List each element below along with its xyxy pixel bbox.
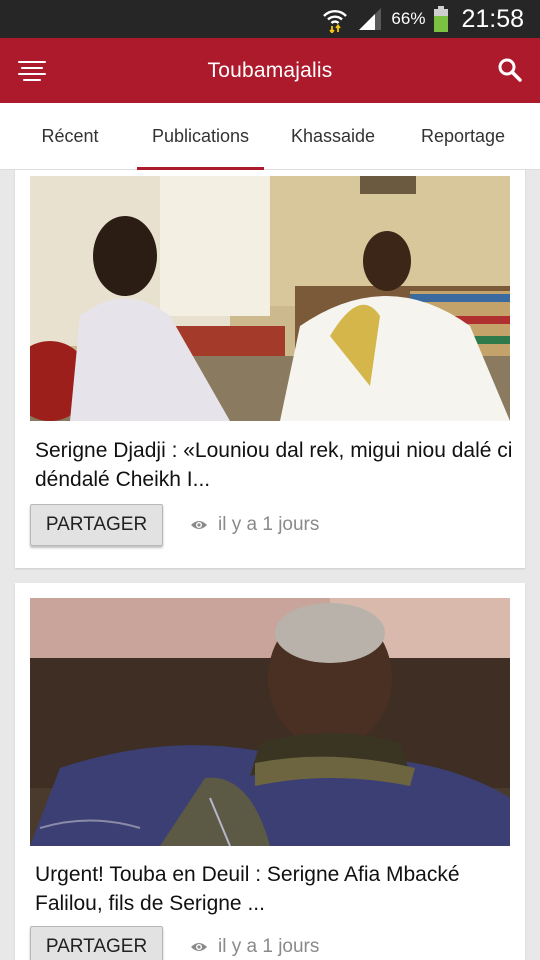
battery-icon	[434, 6, 449, 32]
post-headline[interactable]: Urgent! Touba en Deuil : Serigne Afia Mb…	[35, 860, 515, 918]
post-meta: il y a 1 jours	[190, 926, 319, 960]
clock: 21:58	[461, 4, 524, 33]
post-time-ago: il y a 1 jours	[218, 936, 320, 957]
tab-label: Reportage	[420, 126, 506, 146]
tab-khassaide[interactable]: Khassaide	[268, 103, 398, 170]
news-feed[interactable]: Serigne Djadji : «Louniou dal rek, migui…	[0, 170, 540, 960]
eye-icon	[191, 521, 207, 529]
post-image[interactable]	[30, 598, 510, 846]
app-title: Toubamajalis	[207, 59, 333, 82]
post-photo-illustration	[30, 598, 510, 846]
post-meta: il y a 1 jours	[190, 504, 319, 546]
signal-icon	[359, 8, 382, 30]
post-photo-illustration	[30, 176, 510, 421]
tab-recent[interactable]: Récent	[0, 103, 140, 170]
post-card[interactable]: Urgent! Touba en Deuil : Serigne Afia Mb…	[15, 583, 525, 960]
share-button[interactable]: PARTAGER	[30, 926, 163, 960]
status-bar-indicators: 66% 21:58	[321, 0, 524, 38]
tab-publications[interactable]: Publications	[137, 103, 264, 170]
tab-label: Publications	[151, 126, 250, 146]
post-time-ago: il y a 1 jours	[218, 514, 320, 535]
wifi-data-icon	[323, 10, 348, 33]
tab-label: Récent	[41, 126, 99, 146]
post-image[interactable]	[30, 176, 510, 421]
eye-icon	[191, 943, 207, 951]
app-bar: Toubamajalis	[0, 38, 540, 103]
category-tabs: Récent Publications Khassaide Reportage	[0, 103, 540, 170]
status-bar: 66% 21:58	[0, 0, 540, 38]
post-card[interactable]: Serigne Djadji : «Louniou dal rek, migui…	[15, 170, 525, 568]
tab-label: Khassaide	[290, 126, 376, 146]
tab-reportage[interactable]: Reportage	[398, 103, 528, 170]
post-headline[interactable]: Serigne Djadji : «Louniou dal rek, migui…	[35, 436, 515, 494]
share-button[interactable]: PARTAGER	[30, 504, 163, 546]
battery-percent: 66%	[391, 9, 426, 28]
search-icon[interactable]	[496, 56, 524, 84]
